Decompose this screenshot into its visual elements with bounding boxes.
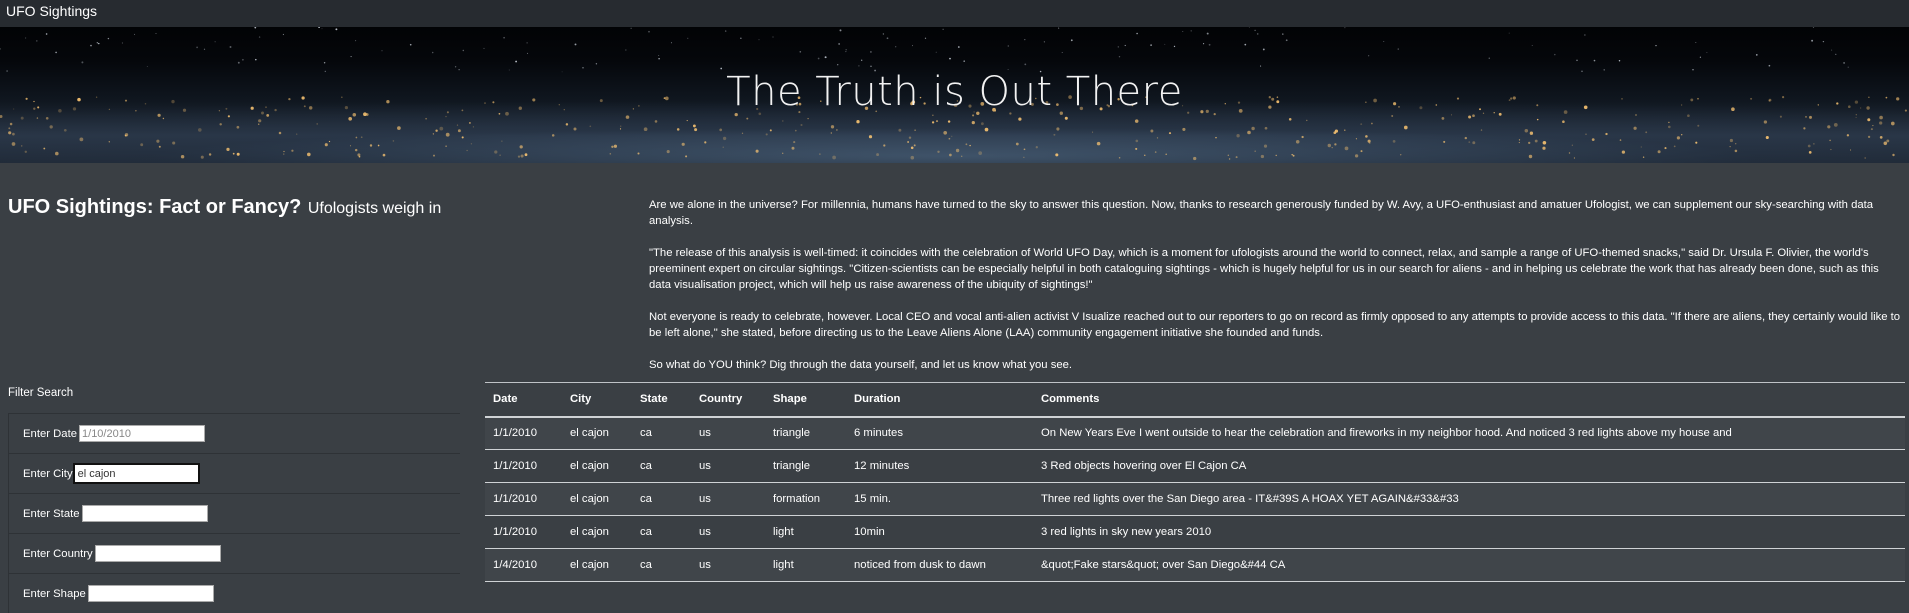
article-paragraph: "The release of this analysis is well-ti…: [649, 247, 1879, 291]
table-row: 1/1/2010 el cajon ca us triangle 12 minu…: [485, 450, 1905, 483]
table-row: 1/1/2010 el cajon ca us triangle 6 minut…: [485, 416, 1905, 450]
cell-city: el cajon: [570, 493, 609, 505]
shape-input[interactable]: [87, 585, 214, 602]
brand-link[interactable]: UFO Sightings: [6, 3, 97, 19]
cell-state: ca: [640, 526, 652, 538]
cell-state: ca: [640, 427, 652, 440]
header-country: Country: [699, 393, 743, 406]
city-label: Enter City: [23, 467, 73, 480]
country-input[interactable]: [94, 545, 221, 562]
cell-comments: &quot;Fake stars&quot; over San Diego&#4…: [1041, 559, 1286, 571]
header-date: Date: [493, 393, 518, 406]
table-header-row: Date City State Country Shape Duration C…: [485, 382, 1905, 417]
city-input[interactable]: [72, 463, 200, 484]
cell-shape: triangle: [773, 460, 811, 472]
cell-shape: light: [773, 526, 794, 538]
cell-city: el cajon: [570, 526, 609, 538]
cell-duration: 15 min.: [854, 493, 892, 505]
cell-state: ca: [640, 559, 652, 571]
heading-sub: Ufologists weigh in: [307, 200, 442, 217]
header-shape: Shape: [773, 393, 807, 406]
cell-comments: Three red lights over the San Diego area…: [1041, 493, 1459, 505]
ufo-table-container: Date City State Country Shape Duration C…: [485, 382, 1905, 582]
cell-duration: noticed from dusk to dawn: [854, 559, 986, 571]
cell-date: 1/4/2010: [493, 559, 537, 571]
header-city: City: [570, 393, 592, 406]
state-label: Enter State: [23, 507, 80, 520]
cell-state: ca: [640, 460, 652, 472]
cell-city: el cajon: [570, 559, 609, 571]
cell-country: us: [699, 427, 711, 440]
cell-state: ca: [640, 493, 652, 505]
article-paragraph: Not everyone is ready to celebrate, howe…: [649, 311, 1901, 339]
filter-list: Enter Date Enter City Enter State Enter …: [8, 413, 460, 613]
date-label: Enter Date: [23, 427, 78, 440]
cell-date: 1/1/2010: [493, 493, 537, 505]
heading-main: UFO Sightings: Fact or Fancy?: [8, 196, 302, 218]
ufo-table: Date City State Country Shape Duration C…: [485, 382, 1905, 582]
country-label: Enter Country: [23, 547, 93, 560]
filter-search-title: Filter Search: [8, 387, 74, 399]
cell-date: 1/1/2010: [493, 526, 537, 538]
cell-country: us: [699, 526, 711, 538]
cell-shape: light: [773, 559, 794, 571]
page-heading: UFO Sightings: Fact or Fancy? Ufologists…: [8, 196, 441, 219]
table-row: 1/1/2010 el cajon ca us light 10min 3 re…: [485, 516, 1905, 549]
article-text: Are we alone in the universe? For millen…: [649, 197, 1901, 389]
cell-shape: formation: [773, 493, 821, 505]
cell-city: el cajon: [570, 460, 609, 472]
cell-duration: 6 minutes: [854, 427, 903, 440]
filter-row-city: Enter City: [8, 453, 460, 493]
cell-duration: 12 minutes: [854, 460, 910, 472]
cell-comments: 3 Red objects hovering over El Cajon CA: [1041, 460, 1247, 472]
state-input[interactable]: [81, 505, 208, 522]
cell-date: 1/1/2010: [493, 460, 537, 472]
cell-city: el cajon: [570, 427, 609, 440]
cell-shape: triangle: [773, 427, 811, 440]
header-state: State: [640, 393, 668, 406]
filter-row-date: Enter Date: [8, 413, 460, 453]
header-duration: Duration: [854, 393, 901, 406]
article-paragraph: Are we alone in the universe? For millen…: [649, 199, 1874, 227]
cell-country: us: [699, 460, 711, 472]
cell-country: us: [699, 559, 711, 571]
filter-row-country: Enter Country: [8, 533, 460, 573]
cell-comments: 3 red lights in sky new years 2010: [1041, 526, 1212, 538]
navbar: UFO Sightings: [0, 0, 1909, 27]
article-paragraph: So what do YOU think? Dig through the da…: [649, 359, 1073, 371]
filter-row-state: Enter State: [8, 493, 460, 533]
hero-banner: The Truth is Out There: [0, 27, 1909, 163]
cell-date: 1/1/2010: [493, 427, 537, 440]
filter-row-shape: Enter Shape: [8, 573, 460, 613]
date-input[interactable]: [79, 425, 206, 442]
shape-label: Enter Shape: [23, 587, 86, 600]
header-comments: Comments: [1041, 393, 1100, 406]
cell-duration: 10min: [854, 526, 885, 538]
hero-title: The Truth is Out There: [726, 69, 1183, 115]
table-row: 1/1/2010 el cajon ca us formation 15 min…: [485, 482, 1905, 516]
cell-country: us: [699, 493, 711, 505]
cell-comments: On New Years Eve I went outside to hear …: [1041, 427, 1732, 440]
table-row: 1/4/2010 el cajon ca us light noticed fr…: [485, 548, 1905, 582]
